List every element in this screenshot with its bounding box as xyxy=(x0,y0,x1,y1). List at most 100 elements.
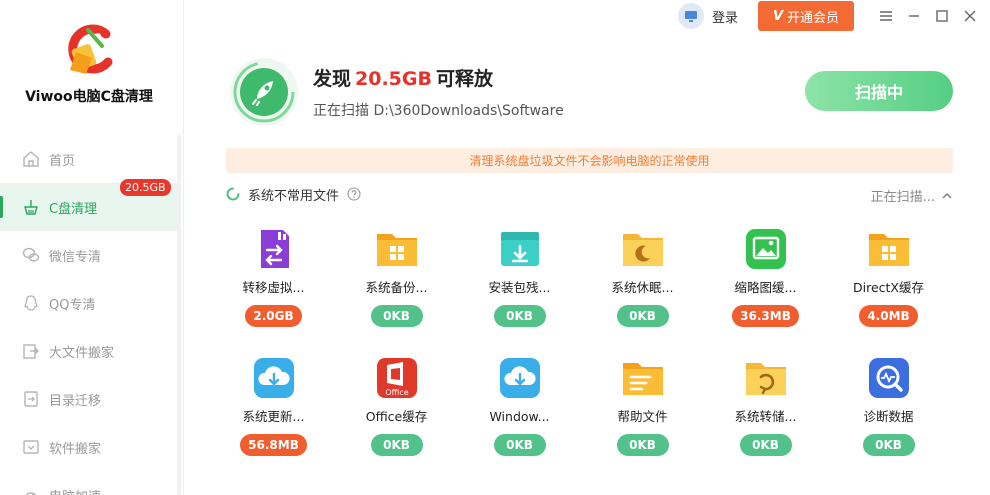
login-label: 登录 xyxy=(711,10,738,26)
wechat-icon xyxy=(22,247,40,262)
sidebar-item-dir-migrate[interactable]: 目录迁移 xyxy=(0,375,178,423)
sidebar: Viwoo电脑C盘清理 首页 C盘清理 20.5GB 微信专清 QQ专清 大文件… xyxy=(0,0,184,495)
help-folder-icon xyxy=(622,363,663,395)
directx-folder-icon xyxy=(868,234,909,266)
cloud-download-icon xyxy=(253,358,294,398)
scan-path: 正在扫描 D:\360Downloads\Software xyxy=(313,103,564,119)
sidebar-item-qq[interactable]: QQ专清 xyxy=(0,279,178,327)
tile-size: 0KB xyxy=(616,434,669,456)
virtual-memory-icon xyxy=(260,230,289,268)
tile-size: 36.3MB xyxy=(732,305,799,327)
tile-size: 4.0MB xyxy=(859,305,918,327)
category-tile[interactable]: 诊断数据 0KB xyxy=(827,355,950,456)
tile-size: 0KB xyxy=(862,434,915,456)
notice-bar: 清理系统盘垃圾文件不会影响电脑的正常使用 xyxy=(226,148,953,173)
file-category-grid: 转移虚拟... 2.0GB 系统备份... 0KB 安装包残... 0KB 系统… xyxy=(212,226,950,456)
sidebar-item-label: C盘清理 xyxy=(49,201,98,217)
office-icon: Office xyxy=(376,358,417,398)
maximize-button[interactable] xyxy=(928,1,956,31)
releasable-size: 20.5GB xyxy=(355,68,432,90)
installer-icon xyxy=(500,232,539,266)
category-tile[interactable]: 安装包残... 0KB xyxy=(458,226,581,327)
close-icon xyxy=(964,10,976,22)
category-tile[interactable]: 帮助文件 0KB xyxy=(581,355,704,456)
help-icon[interactable] xyxy=(347,187,361,201)
sleep-folder-icon xyxy=(622,234,663,266)
qq-icon xyxy=(24,295,38,311)
tile-size: 0KB xyxy=(493,305,546,327)
sidebar-item-large-files[interactable]: 大文件搬家 xyxy=(0,327,178,375)
tile-label: 系统转储... xyxy=(734,409,797,424)
section-toggle[interactable]: 正在扫描... xyxy=(871,186,953,205)
category-tile[interactable]: Window... 0KB xyxy=(458,355,581,456)
sidebar-item-software-move[interactable]: 软件搬家 xyxy=(0,423,178,471)
tile-label: 转移虚拟... xyxy=(242,280,305,295)
size-badge: 20.5GB xyxy=(120,179,171,196)
sidebar-item-label: 软件搬家 xyxy=(49,441,102,457)
category-tile[interactable]: 系统休眠... 0KB xyxy=(581,226,704,327)
category-tile[interactable]: 转移虚拟... 2.0GB xyxy=(212,226,335,327)
scan-button[interactable]: 扫描中 xyxy=(805,71,953,111)
windows-folder-icon xyxy=(376,234,417,266)
tile-label: 系统更新... xyxy=(242,409,305,424)
tile-size: 0KB xyxy=(370,434,423,456)
dump-folder-icon xyxy=(745,363,786,395)
close-button[interactable] xyxy=(956,1,984,31)
category-tile[interactable]: DirectX缓存 4.0MB xyxy=(827,226,950,327)
section-header: 系统不常用文件 正在扫描... xyxy=(226,182,953,206)
sidebar-item-speedup[interactable]: 电脑加速 xyxy=(0,471,178,495)
category-tile[interactable]: 系统更新... 56.8MB xyxy=(212,355,335,456)
sidebar-item-c-clean[interactable]: C盘清理 20.5GB xyxy=(0,179,178,231)
minimize-button[interactable] xyxy=(900,1,928,31)
sidebar-item-home[interactable]: 首页 xyxy=(0,135,178,183)
menu-button[interactable] xyxy=(872,1,900,31)
tile-size: 2.0GB xyxy=(245,305,302,327)
app-logo-icon xyxy=(68,24,113,74)
tile-label: Office缓存 xyxy=(365,409,428,424)
page-title: 发现 20.5GB 可释放 xyxy=(313,64,493,91)
category-tile[interactable]: 缩略图缓... 36.3MB xyxy=(704,226,827,327)
tile-size: 0KB xyxy=(370,305,423,327)
tile-size: 56.8MB xyxy=(240,434,307,456)
loading-spinner-icon xyxy=(226,187,240,201)
vip-label: 开通会员 xyxy=(787,10,840,26)
tile-label: 缩略图缓... xyxy=(734,280,797,295)
title-suffix: 可释放 xyxy=(435,68,493,90)
title-bar: 登录 V 开通会员 xyxy=(677,0,990,32)
sidebar-item-label: 微信专清 xyxy=(49,249,102,265)
svg-text:Office: Office xyxy=(385,388,408,397)
chevron-up-icon xyxy=(942,192,952,198)
vip-button[interactable]: V 开通会员 xyxy=(758,1,854,31)
category-tile[interactable]: 系统转储... 0KB xyxy=(704,355,827,456)
tile-size: 0KB xyxy=(493,434,546,456)
category-tile[interactable]: Office Office缓存 0KB xyxy=(335,355,458,456)
monitor-icon xyxy=(677,3,704,29)
cloud-download-icon xyxy=(499,358,540,398)
tile-label: 诊断数据 xyxy=(863,409,914,424)
rocket-scan-icon xyxy=(230,58,298,126)
sidebar-item-label: 目录迁移 xyxy=(49,393,102,409)
sidebar-item-label: 大文件搬家 xyxy=(49,345,115,361)
sidebar-item-label: 首页 xyxy=(49,153,76,169)
app-name: Viwoo电脑C盘清理 xyxy=(25,89,153,105)
section-title: 系统不常用文件 xyxy=(248,188,340,204)
sidebar-nav: 首页 C盘清理 20.5GB 微信专清 QQ专清 大文件搬家 目录迁移 软件搬家 xyxy=(0,135,178,495)
maximize-icon xyxy=(936,10,948,22)
tile-label: DirectX缓存 xyxy=(853,280,924,295)
tile-label: Window... xyxy=(489,409,550,424)
category-tile[interactable]: 系统备份... 0KB xyxy=(335,226,458,327)
title-prefix: 发现 xyxy=(313,68,352,90)
broom-icon xyxy=(24,200,38,215)
speed-icon xyxy=(25,492,37,495)
sidebar-item-label: QQ专清 xyxy=(49,297,96,313)
thumbnail-icon xyxy=(745,229,786,269)
diagnostic-icon xyxy=(868,358,909,398)
scan-status: 正在扫描... xyxy=(870,190,935,205)
home-icon xyxy=(23,151,39,167)
login-button[interactable]: 登录 xyxy=(677,3,738,29)
sidebar-item-wechat[interactable]: 微信专清 xyxy=(0,231,178,279)
tile-size: 0KB xyxy=(616,305,669,327)
vip-mark: V xyxy=(772,8,784,24)
migrate-icon xyxy=(24,391,38,407)
tile-size: 0KB xyxy=(739,434,792,456)
